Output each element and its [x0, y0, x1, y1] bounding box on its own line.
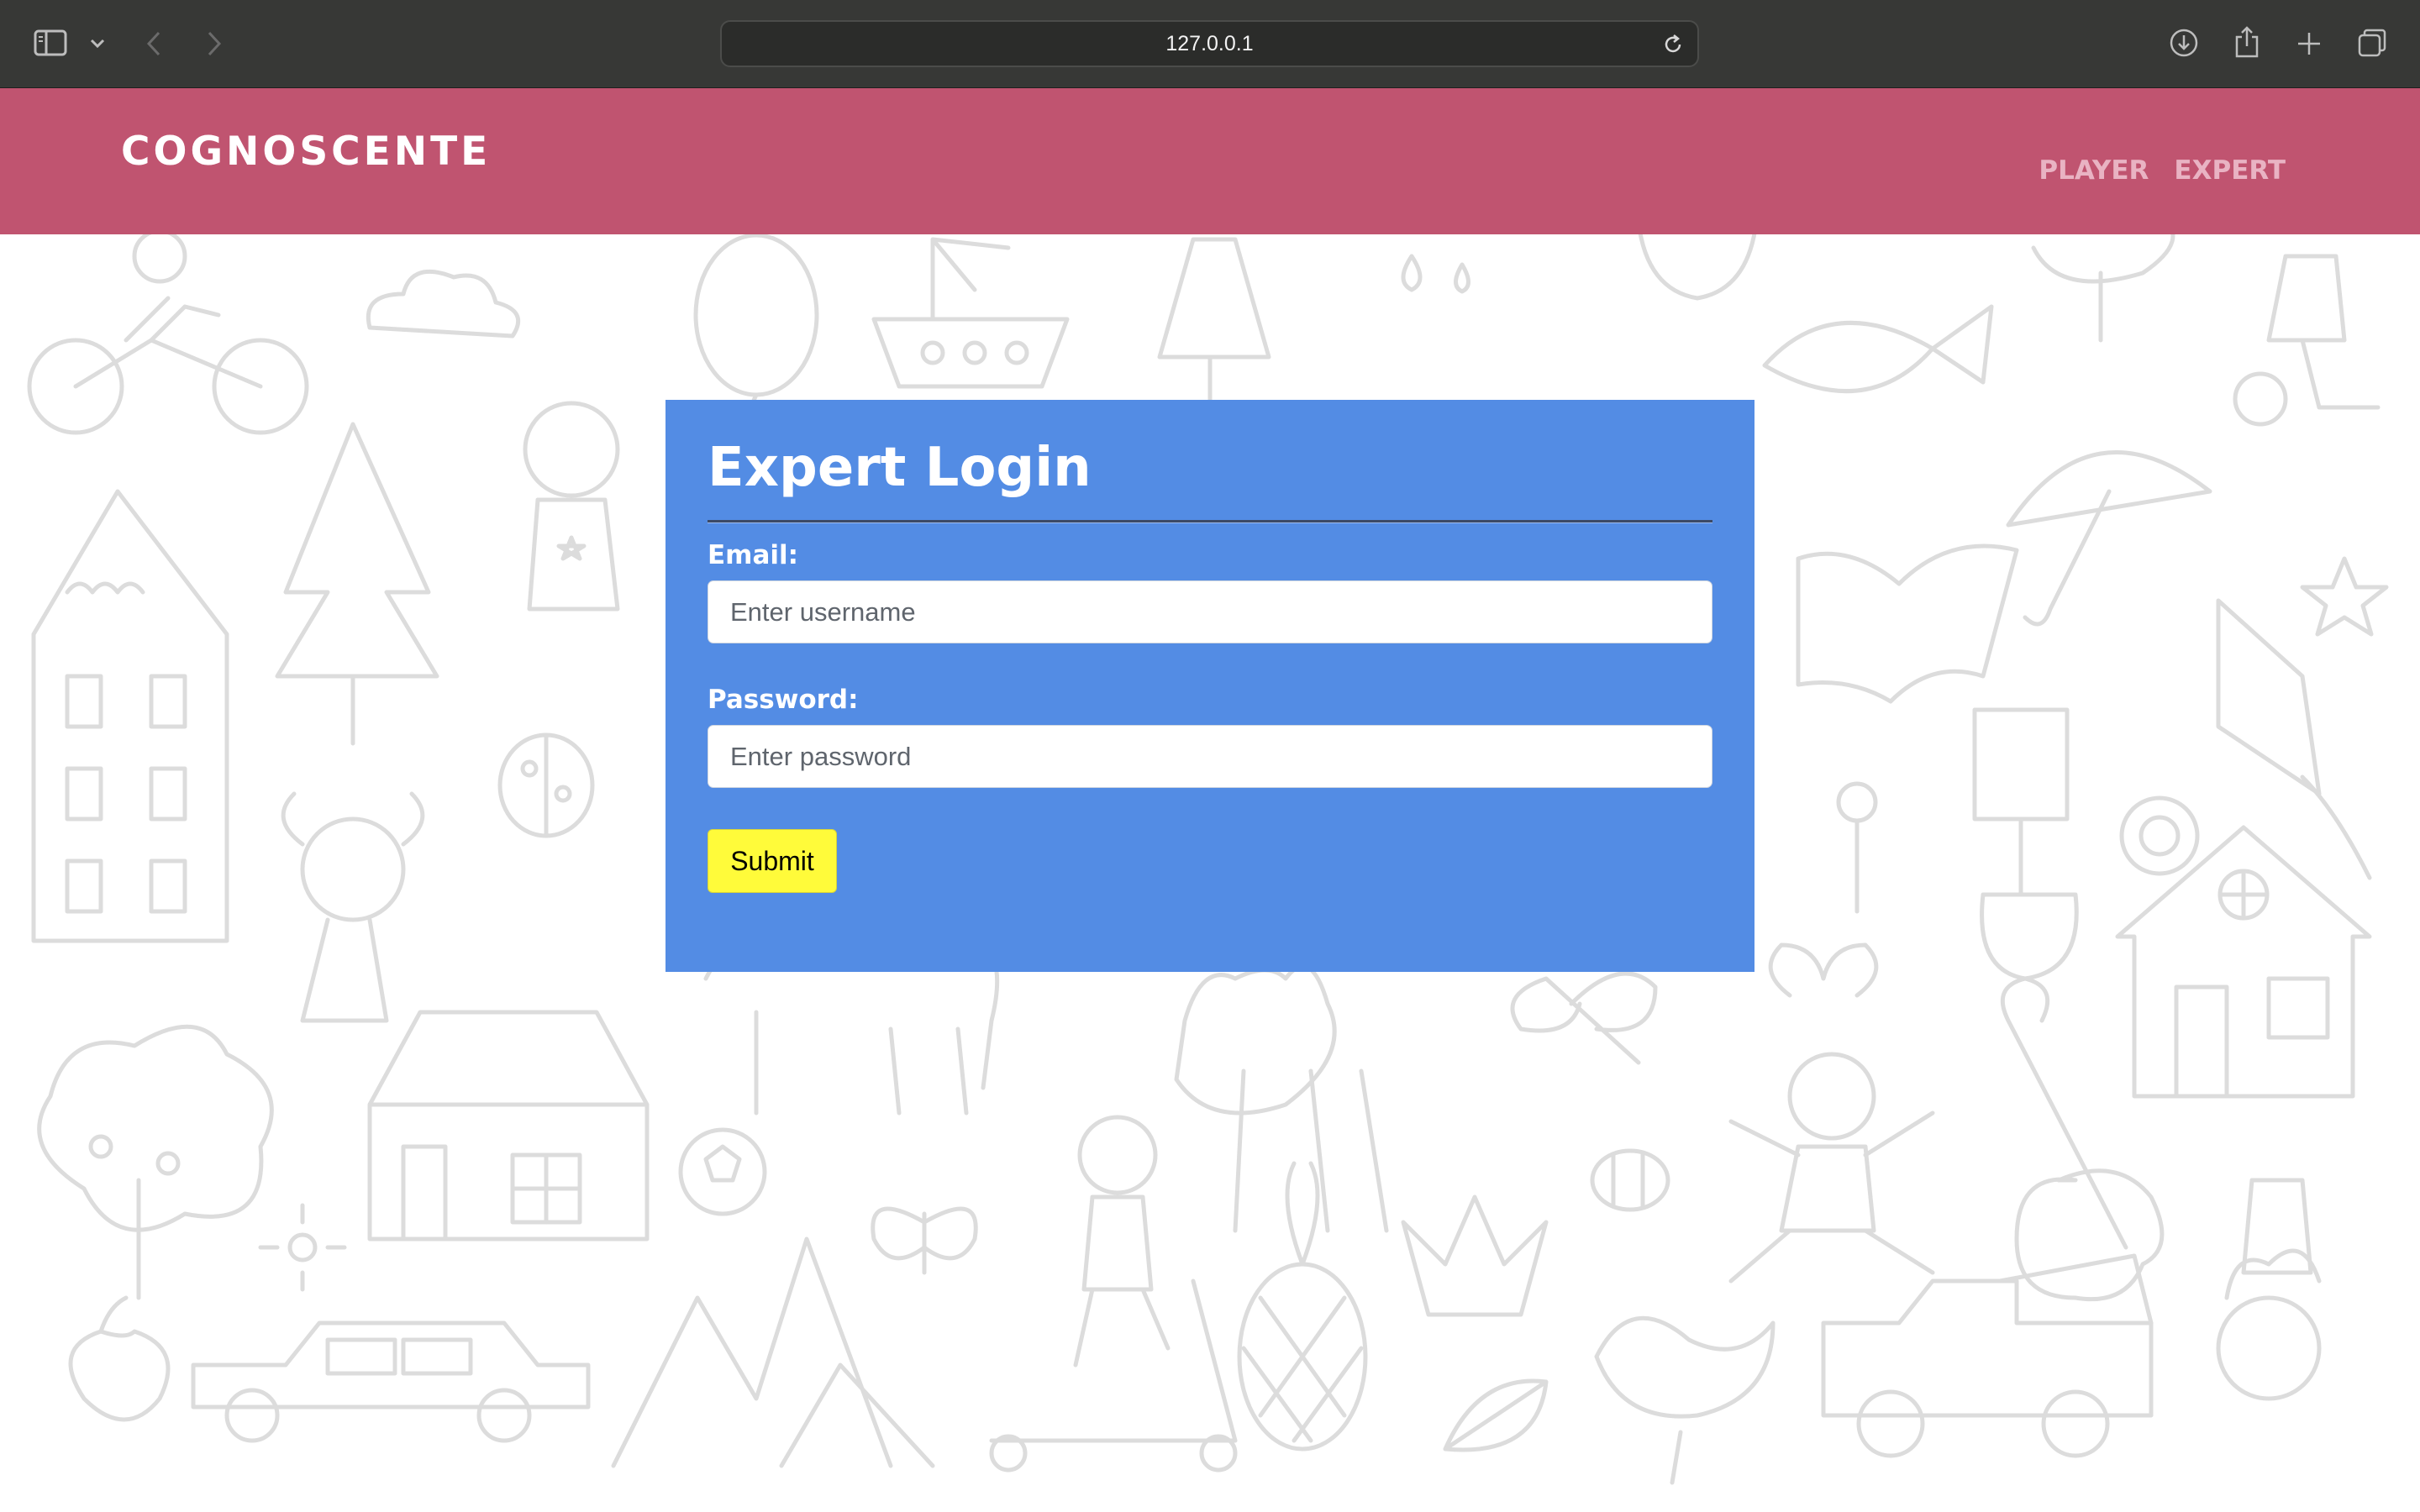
- new-tab-icon[interactable]: [2292, 27, 2326, 60]
- submit-button[interactable]: Submit: [708, 829, 837, 893]
- expert-login-card: Expert Login Email: Password: Submit: [666, 400, 1754, 972]
- login-title: Expert Login: [708, 437, 1092, 499]
- sidebar-icon[interactable]: [32, 28, 69, 58]
- site-header: COGNOSCENTE PLAYER EXPERT: [0, 88, 2420, 234]
- password-label: Password:: [708, 685, 859, 715]
- forward-icon[interactable]: [202, 27, 227, 60]
- download-icon[interactable]: [2166, 25, 2202, 60]
- main-nav: PLAYER EXPERT: [2039, 155, 2286, 186]
- reload-icon[interactable]: [1660, 32, 1686, 57]
- tabs-overview-icon[interactable]: [2354, 25, 2390, 60]
- password-input[interactable]: [708, 725, 1712, 788]
- back-icon[interactable]: [141, 27, 166, 60]
- page-viewport: COGNOSCENTE PLAYER EXPERT Expert Login E…: [0, 88, 2420, 1512]
- nav-player-link[interactable]: PLAYER: [2039, 155, 2149, 186]
- email-label: Email:: [708, 540, 799, 570]
- brand-logo-text[interactable]: COGNOSCENTE: [121, 129, 491, 175]
- title-divider: [708, 520, 1712, 523]
- nav-expert-link[interactable]: EXPERT: [2174, 155, 2286, 186]
- url-text: 127.0.0.1: [1165, 31, 1254, 55]
- chevron-down-icon[interactable]: [87, 34, 108, 54]
- address-bar[interactable]: 127.0.0.1: [720, 20, 1699, 67]
- browser-toolbar: 127.0.0.1: [0, 0, 2420, 88]
- share-icon[interactable]: [2230, 24, 2264, 60]
- email-input[interactable]: [708, 580, 1712, 643]
